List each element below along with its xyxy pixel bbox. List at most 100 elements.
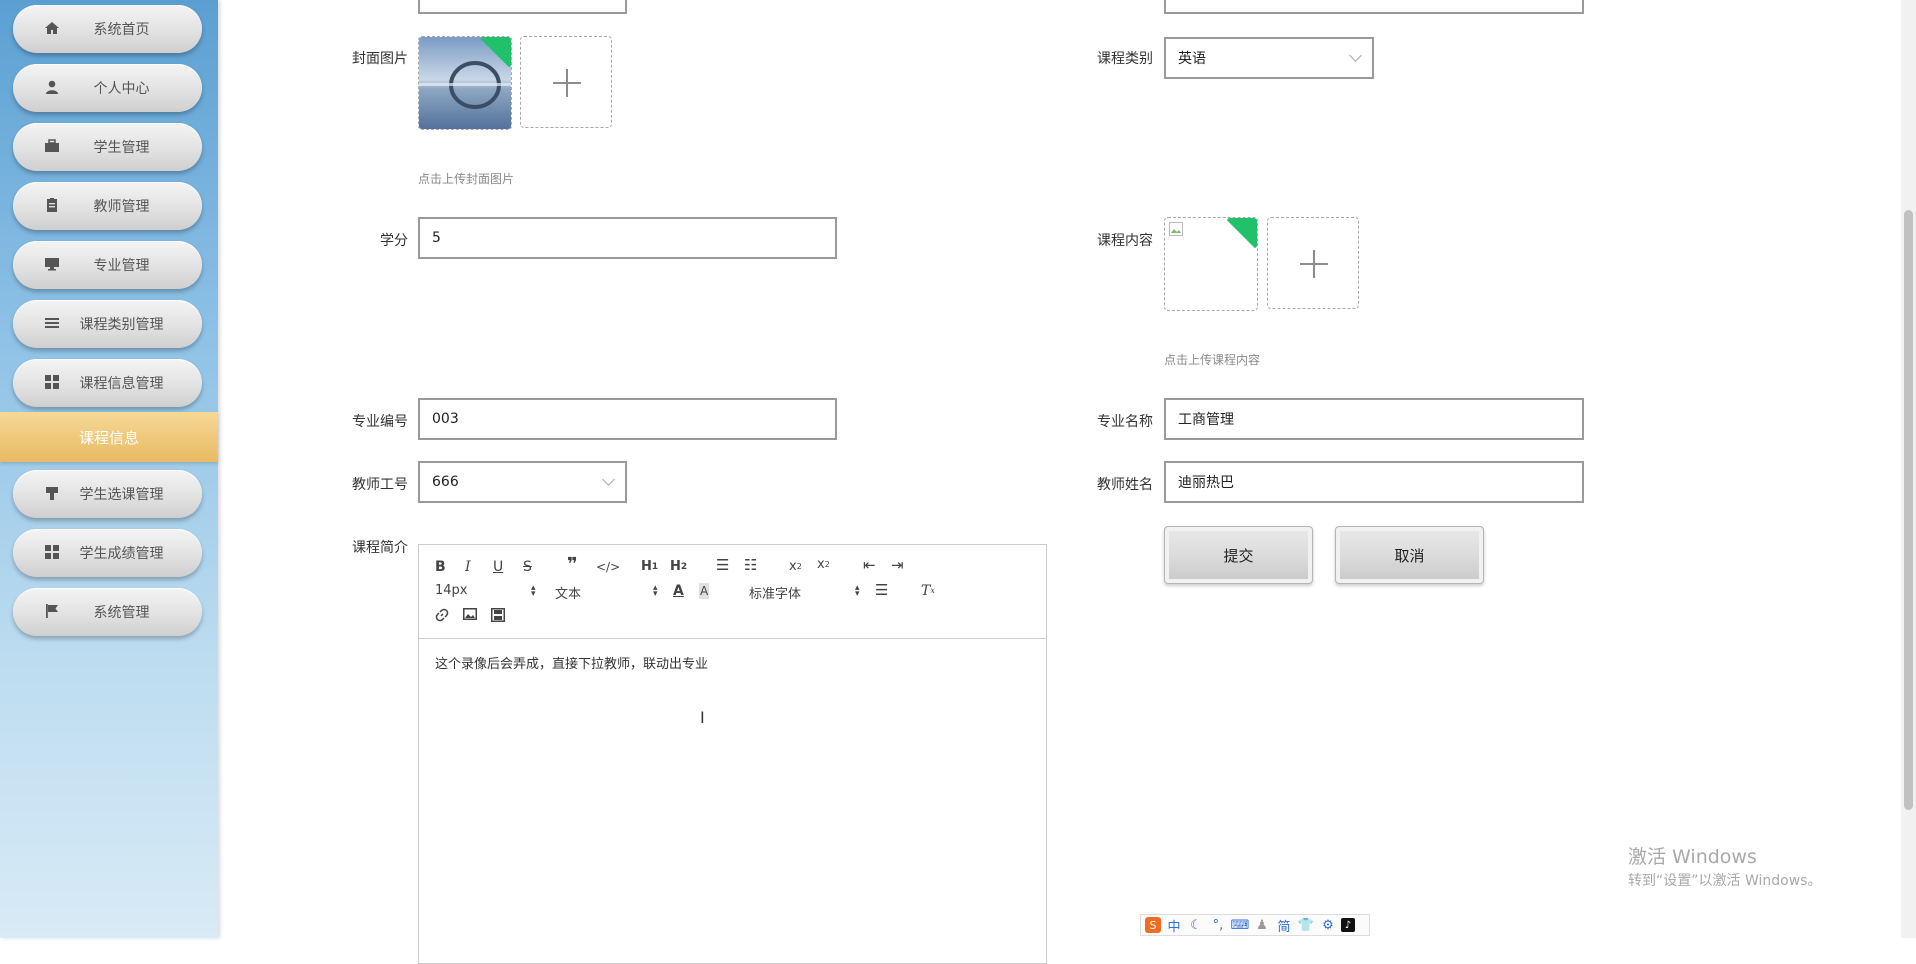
punctuation-icon[interactable]: °, bbox=[1209, 918, 1227, 933]
grid-icon bbox=[43, 373, 61, 391]
list-icon bbox=[43, 314, 61, 332]
grid-icon bbox=[43, 543, 61, 561]
submit-button[interactable]: 提交 bbox=[1164, 526, 1313, 584]
updown-icon: ▴ ▾ bbox=[653, 583, 658, 599]
teacher-no-value: 666 bbox=[432, 474, 459, 490]
broken-image-icon bbox=[1169, 222, 1183, 236]
background-color-icon[interactable]: A bbox=[699, 583, 710, 599]
font-family-select[interactable]: 标准字体 ▴ ▾ bbox=[749, 583, 860, 603]
superscript-icon[interactable]: x2 bbox=[817, 557, 830, 573]
nav-item-students[interactable]: 学生管理 bbox=[13, 123, 202, 171]
sogou-logo-icon[interactable]: S bbox=[1145, 917, 1161, 933]
content-upload-button[interactable] bbox=[1267, 217, 1359, 309]
cover-upload-button[interactable] bbox=[520, 36, 612, 128]
category-value: 英语 bbox=[1178, 51, 1206, 67]
teacher-name-input[interactable]: 迪丽热巴 bbox=[1164, 461, 1584, 503]
teacher-no-select[interactable]: 666 bbox=[418, 461, 627, 503]
settings-gear-icon[interactable]: ⚙ bbox=[1319, 918, 1337, 933]
nav-item-label: 课程信息管理 bbox=[79, 376, 164, 392]
nav-item-grades[interactable]: 学生成绩管理 bbox=[13, 529, 202, 577]
clear-format-icon[interactable]: Tx bbox=[921, 583, 935, 599]
font-family-value: 标准字体 bbox=[749, 587, 802, 602]
ordered-list-icon[interactable]: ☰ bbox=[716, 557, 729, 573]
subscript-icon[interactable]: x2 bbox=[789, 559, 802, 575]
nav-item-label: 学生选课管理 bbox=[79, 487, 164, 503]
nav-item-home[interactable]: 系统首页 bbox=[13, 5, 202, 53]
indent-icon[interactable]: ⇥ bbox=[891, 557, 904, 573]
ime-mode-chinese[interactable]: 中 bbox=[1165, 916, 1183, 935]
nav-item-system[interactable]: 系统管理 bbox=[13, 588, 202, 636]
blockquote-icon[interactable]: ❞ bbox=[567, 556, 578, 574]
scrollbar-thumb[interactable] bbox=[1904, 210, 1913, 810]
italic-icon[interactable]: I bbox=[465, 559, 471, 575]
course-no-input[interactable] bbox=[418, 0, 627, 14]
cover-thumbnail[interactable] bbox=[418, 36, 512, 130]
bold-icon[interactable]: B bbox=[435, 559, 446, 575]
voice-icon[interactable]: ♟ bbox=[1253, 918, 1271, 933]
nav-item-label: 系统首页 bbox=[93, 22, 150, 38]
nav-item-teachers[interactable]: 教师管理 bbox=[13, 182, 202, 230]
ime-toolbar[interactable]: S 中 ☾ °, ⌨ ♟ 简 👕 ⚙ ♪ bbox=[1140, 914, 1370, 936]
category-select[interactable]: 英语 bbox=[1164, 37, 1374, 79]
nav-item-course-selection[interactable]: 学生选课管理 bbox=[13, 470, 202, 518]
bullet-list-icon[interactable]: ☷ bbox=[744, 557, 757, 573]
briefcase-icon bbox=[43, 137, 61, 155]
underline-icon[interactable]: U bbox=[493, 559, 503, 575]
nav-item-course-categories[interactable]: 课程类别管理 bbox=[13, 300, 202, 348]
teacher-no-label: 教师工号 bbox=[352, 477, 408, 493]
heading2-icon[interactable]: H2 bbox=[670, 559, 687, 575]
major-no-label: 专业编号 bbox=[352, 414, 408, 430]
font-size-select[interactable]: 14px ▴ ▾ bbox=[435, 583, 536, 599]
editor-content[interactable]: 这个录像后会弄成，直接下拉教师，联动出专业 bbox=[435, 653, 708, 672]
nav-item-profile[interactable]: 个人中心 bbox=[13, 64, 202, 112]
text-cursor-icon: Ι bbox=[700, 708, 705, 727]
sidebar: 系统首页 个人中心 学生管理 教师管理 专业管理 课程类别管理 课程信息管理 课… bbox=[0, 0, 218, 938]
nav-item-label: 专业管理 bbox=[93, 258, 150, 274]
major-name-input[interactable]: 工商管理 bbox=[1164, 398, 1584, 440]
font-size-value: 14px bbox=[435, 583, 468, 598]
keyboard-icon[interactable]: ⌨ bbox=[1231, 918, 1250, 933]
nav-item-label: 教师管理 bbox=[93, 199, 150, 215]
heading1-icon[interactable]: H1 bbox=[641, 559, 658, 575]
user-icon bbox=[43, 78, 61, 96]
align-icon[interactable]: ☰ bbox=[875, 582, 888, 598]
link-icon[interactable] bbox=[435, 608, 449, 622]
code-icon[interactable]: </> bbox=[596, 559, 620, 575]
nav-subitem-course-info[interactable]: 课程信息 bbox=[0, 412, 218, 462]
activation-watermark-title: 激活 Windows bbox=[1628, 846, 1757, 868]
skin-icon[interactable]: 👕 bbox=[1297, 918, 1315, 933]
course-name-input[interactable] bbox=[1164, 0, 1584, 14]
text-type-select[interactable]: 文本 ▴ ▾ bbox=[555, 583, 658, 603]
tiktok-icon[interactable]: ♪ bbox=[1341, 918, 1355, 932]
chevron-down-icon bbox=[1349, 49, 1362, 62]
content-thumbnail[interactable] bbox=[1164, 217, 1258, 311]
text-type-value: 文本 bbox=[555, 587, 582, 602]
category-label: 课程类别 bbox=[1097, 51, 1153, 67]
scrollbar[interactable] bbox=[1901, 0, 1916, 938]
major-no-input[interactable]: 003 bbox=[418, 398, 837, 440]
image-icon[interactable] bbox=[463, 608, 477, 620]
activation-watermark-subtitle: 转到“设置”以激活 Windows。 bbox=[1628, 873, 1822, 889]
monitor-icon bbox=[43, 255, 61, 273]
video-icon[interactable] bbox=[491, 608, 505, 622]
nav-item-label: 系统管理 bbox=[93, 605, 150, 621]
content-hint: 点击上传课程内容 bbox=[1164, 353, 1261, 367]
cancel-button[interactable]: 取消 bbox=[1335, 526, 1484, 584]
moon-icon[interactable]: ☾ bbox=[1187, 918, 1205, 933]
upload-success-badge bbox=[1226, 218, 1257, 249]
nav-item-label: 学生管理 bbox=[93, 140, 150, 156]
stamp-icon bbox=[43, 484, 61, 502]
font-color-icon[interactable]: A bbox=[673, 583, 684, 599]
updown-icon: ▴ ▾ bbox=[855, 583, 860, 599]
nav-item-majors[interactable]: 专业管理 bbox=[13, 241, 202, 289]
nav-item-label: 学生成绩管理 bbox=[79, 546, 164, 562]
rich-text-editor[interactable]: B I U S ❞ </> H1 H2 ☰ ☷ x2 x2 ⇤ ⇥ 14px ▴… bbox=[418, 544, 1047, 964]
nav-item-course-info[interactable]: 课程信息管理 bbox=[13, 359, 202, 407]
content-label: 课程内容 bbox=[1097, 233, 1153, 249]
strikethrough-icon[interactable]: S bbox=[523, 559, 532, 575]
cover-hint: 点击上传封面图片 bbox=[418, 172, 515, 186]
credit-input[interactable]: 5 bbox=[418, 217, 837, 259]
ime-simplified[interactable]: 简 bbox=[1275, 916, 1293, 935]
nav-item-label: 个人中心 bbox=[93, 81, 150, 97]
outdent-icon[interactable]: ⇤ bbox=[863, 557, 876, 573]
